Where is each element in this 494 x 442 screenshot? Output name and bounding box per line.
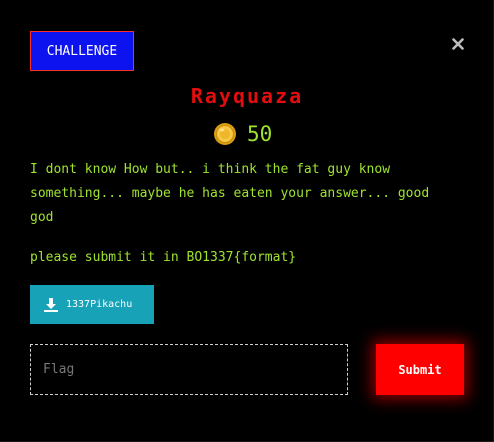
flag-input[interactable] (30, 344, 348, 395)
tab-challenge[interactable]: CHALLENGE (30, 31, 134, 71)
submit-button[interactable]: Submit (376, 344, 464, 395)
close-button[interactable] (448, 34, 468, 54)
close-icon (452, 38, 464, 50)
points-value: 50 (247, 122, 273, 146)
challenge-points: 50 (213, 120, 272, 148)
challenge-title: Rayquaza (190, 84, 304, 108)
challenge-modal: CHALLENGE Rayquaza 50 I dont know How bu… (0, 0, 494, 442)
download-icon (44, 297, 58, 312)
challenge-description: I dont know How but.. i think the fat gu… (30, 162, 430, 225)
download-file-label: 1337Pikachu (66, 299, 133, 310)
submit-format-note: please submit it in BO1337{format} (30, 250, 297, 265)
coin-icon (214, 123, 236, 145)
tab-challenge-label: CHALLENGE (46, 43, 118, 59)
download-file-button[interactable]: 1337Pikachu (30, 285, 154, 324)
